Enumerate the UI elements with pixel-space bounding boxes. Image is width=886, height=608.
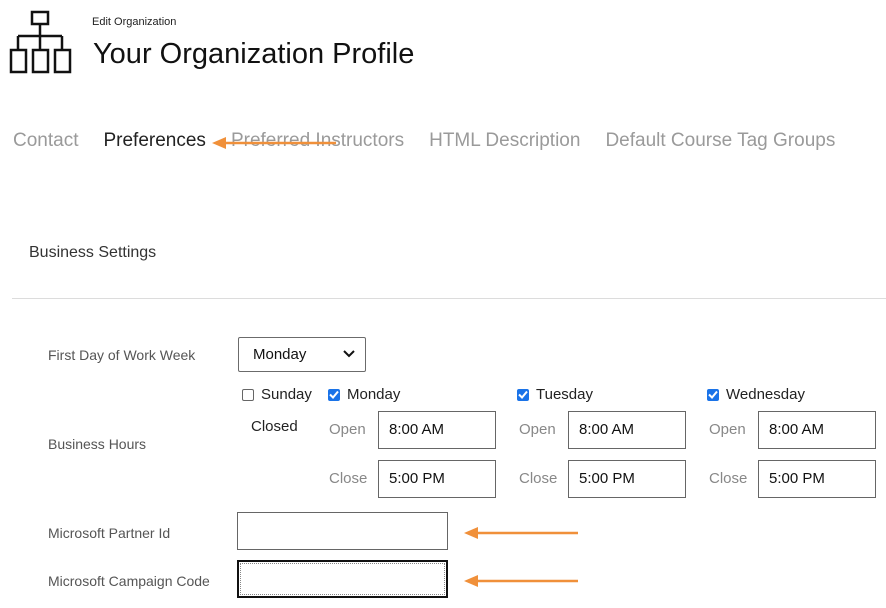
tuesday-open-input[interactable]: 8:00 AM bbox=[568, 411, 686, 449]
campaign-code-label: Microsoft Campaign Code bbox=[48, 573, 210, 589]
monday-open-input[interactable]: 8:00 AM bbox=[378, 411, 496, 449]
close-label: Close bbox=[329, 470, 368, 487]
day-label: Sunday bbox=[261, 386, 312, 403]
check-icon bbox=[518, 390, 528, 399]
annotation-arrow bbox=[462, 525, 582, 546]
close-label: Close bbox=[519, 470, 558, 487]
tab-bar: Contact Preferences Preferred Instructor… bbox=[13, 130, 860, 152]
partner-id-label: Microsoft Partner Id bbox=[48, 525, 171, 541]
check-icon bbox=[329, 390, 339, 399]
campaign-code-input[interactable] bbox=[237, 560, 448, 598]
day-label: Monday bbox=[347, 386, 401, 403]
first-day-value: Monday bbox=[253, 346, 307, 363]
tuesday-close-input[interactable]: 5:00 PM bbox=[568, 460, 686, 498]
day-label: Wednesday bbox=[726, 386, 805, 403]
sunday-checkbox[interactable] bbox=[242, 388, 254, 401]
tab-preferences[interactable]: Preferences bbox=[103, 130, 205, 152]
business-hours-label: Business Hours bbox=[48, 436, 147, 452]
partner-id-input[interactable] bbox=[237, 512, 448, 550]
annotation-arrow bbox=[462, 573, 582, 594]
section-title: Business Settings bbox=[29, 244, 157, 261]
tab-html-description[interactable]: HTML Description bbox=[429, 130, 580, 152]
open-label: Open bbox=[329, 421, 366, 438]
page-title: Your Organization Profile bbox=[93, 38, 415, 70]
annotation-arrow bbox=[210, 135, 340, 156]
day-wednesday: Wednesday bbox=[707, 386, 805, 403]
open-label: Open bbox=[709, 421, 746, 438]
open-label: Open bbox=[519, 421, 556, 438]
check-icon bbox=[708, 390, 718, 399]
breadcrumb: Edit Organization bbox=[92, 16, 177, 28]
first-day-select[interactable]: Monday bbox=[238, 337, 366, 372]
tab-default-course-tag-groups[interactable]: Default Course Tag Groups bbox=[605, 130, 835, 152]
day-label: Tuesday bbox=[536, 386, 593, 403]
org-chart-icon bbox=[9, 10, 79, 81]
day-tuesday: Tuesday bbox=[517, 386, 593, 403]
day-sunday: Sunday bbox=[242, 386, 312, 403]
close-label: Close bbox=[709, 470, 748, 487]
chevron-down-icon bbox=[343, 345, 355, 362]
closed-text: Closed bbox=[251, 418, 298, 435]
tab-contact[interactable]: Contact bbox=[13, 130, 78, 152]
tuesday-checkbox[interactable] bbox=[517, 388, 529, 401]
day-monday: Monday bbox=[328, 386, 400, 403]
monday-close-input[interactable]: 5:00 PM bbox=[378, 460, 496, 498]
monday-checkbox[interactable] bbox=[328, 388, 340, 401]
first-day-label: First Day of Work Week bbox=[48, 347, 196, 363]
divider bbox=[12, 298, 886, 299]
wednesday-checkbox[interactable] bbox=[707, 388, 719, 401]
wednesday-open-input[interactable]: 8:00 AM bbox=[758, 411, 876, 449]
wednesday-close-input[interactable]: 5:00 PM bbox=[758, 460, 876, 498]
